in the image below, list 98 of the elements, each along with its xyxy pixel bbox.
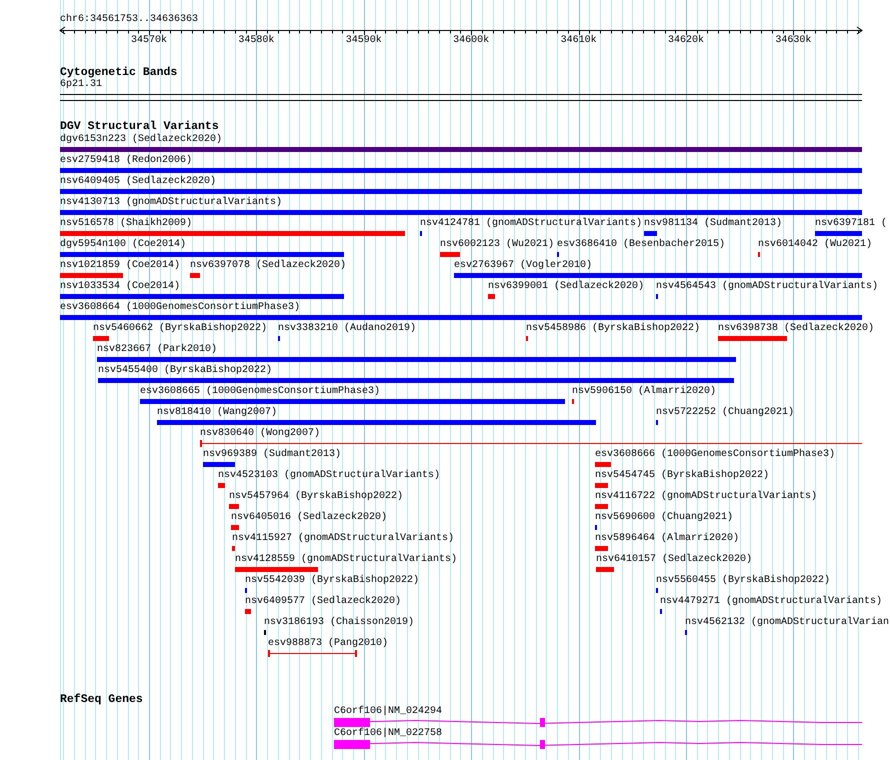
variant-label: nsv5722252 (Chuang2021) [656,407,794,419]
variant-bar[interactable] [140,399,565,404]
variant-bar[interactable] [245,609,251,614]
variant-label: nsv4562132 (gnomADStructuralVarian [685,617,890,629]
variant-bar[interactable] [60,168,862,173]
variant-label: nsv830640 (Wong2007) [200,428,320,440]
ruler-tick-label: 34610k [560,35,597,47]
variant-label: nsv6398738 (Sedlazeck2020) [718,323,874,335]
variant-label: esv3608665 (1000GenomesConsortiumPhase3) [140,386,380,398]
variant-label: nsv6409405 (Sedlazeck2020) [60,176,216,188]
variant-label: nsv5690600 (Chuang2021) [595,512,734,524]
variant-label: nsv4523103 (gnomADStructuralVariants) [218,470,440,482]
variant-label: nsv969389 (Sudmant2013) [203,449,342,461]
location-label: chr6:34561753..34636363 [60,14,200,26]
variant-label: nsv5542039 (ByrskaBishop2022) [245,575,420,587]
variant-label: nsv6014042 (Wu2021) [758,239,872,251]
variant-label: nsv516578 (Shaikh2009) [60,218,192,230]
ruler-tick-label: 34580k [238,35,274,47]
variant-label: nsv5906150 (Almarri2020) [572,386,716,398]
variant-label: nsv6410157 (Sedlazeck2020) [596,554,752,566]
variant-bar[interactable] [815,231,862,236]
variant-label: nsv4128559 (gnomADStructuralVariants) [235,554,458,566]
variant-label: nsv4130713 (gnomADStructuralVariants) [60,197,282,209]
variant-label: nsv3186193 (Chaisson2019) [264,617,414,629]
variant-label: nsv4116722 (gnomADStructuralVariants) [595,491,818,503]
ruler-tick-label: 34570k [131,35,167,47]
variant-label: nsv6399001 (Sedlazeck2020) [488,281,644,293]
gene-label: C6orf106|NM_022758 [334,728,442,739]
gene-label: C6orf106|NM_024294 [334,706,442,717]
variant-bar[interactable] [98,378,734,383]
variant-label: nsv5457964 (ByrskaBishop2022) [229,491,404,503]
ruler-tick-label: 34600k [453,35,490,47]
ruler-tick-label: 34590k [346,35,382,47]
variant-bar[interactable] [231,525,239,530]
variant-label: nsv5560455 (ByrskaBishop2022) [656,575,830,587]
track-title: Cytogenetic Bands [60,67,178,79]
variant-bar[interactable] [60,231,405,236]
variant-label: nsv1033534 (Coe2014) [60,281,180,293]
variant-bar[interactable] [60,273,123,278]
variant-bar[interactable] [644,231,657,236]
variant-label: esv3686410 (Besenbacher2015) [557,239,726,251]
variant-label: nsv6405016 (Sedlazeck2020) [231,512,388,524]
variant-bar[interactable] [595,483,608,488]
variant-bar[interactable] [60,210,862,215]
variant-label: nsv5454745 (ByrskaBishop2022) [595,470,770,482]
variant-bar[interactable] [595,462,611,467]
variant-bar[interactable] [454,273,862,278]
variant-label: esv3608666 (1000GenomesConsortiumPhase3) [595,449,836,461]
variant-bar[interactable] [190,273,200,278]
variant-label: nsv5458986 (ByrskaBishop2022) [526,323,700,335]
variant-label: nsv5455400 (ByrskaBishop2022) [98,365,272,377]
variant-label: nsv4124781 (gnomADStructuralVariants) [420,218,642,230]
variant-label: esv3608664 (1000GenomesConsortiumPhase3) [60,302,300,314]
variant-bar[interactable] [218,483,225,488]
variant-label: nsv5460662 (ByrskaBishop2022) [93,323,268,335]
variant-bar[interactable] [718,336,787,341]
variant-bar[interactable] [235,567,318,572]
track-title: DGV Structural Variants [60,121,220,133]
variant-label: nsv6397078 (Sedlazeck2020) [190,260,346,272]
band-label: 6p21.31 [60,79,104,91]
variant-bar[interactable] [97,357,736,362]
variant-bar[interactable] [596,567,614,572]
ruler-tick-label: 34630k [775,35,812,47]
variant-bar[interactable] [60,294,344,299]
variant-bar[interactable] [203,462,235,467]
variant-label: nsv4564543 (gnomADStructuralVariants) [656,281,878,293]
variant-bar[interactable] [440,252,460,257]
variant-bar[interactable] [229,504,239,509]
variant-label: nsv6409577 (Sedlazeck2020) [245,596,402,608]
variant-label: nsv6002123 (Wu2021) [440,239,554,251]
variant-label: esv2759418 (Redon2006) [60,155,192,167]
gene-model-drawing[interactable] [334,718,862,727]
variant-label: esv2763967 (Vogler2010) [454,260,592,272]
variant-label: nsv4479271 (gnomADStructuralVariants) [660,596,882,608]
variant-label: nsv1021859 (Coe2014) [60,260,180,272]
variant-bar[interactable] [60,252,344,257]
variant-bar[interactable] [93,336,109,341]
variant-label: esv988873 (Pang2010) [268,638,388,650]
variant-label: nsv5896464 (Almarri2020) [595,533,740,545]
variant-bar[interactable] [60,189,862,194]
variant-bar[interactable] [157,420,596,425]
variant-label: nsv3383210 (Audano2019) [278,323,416,335]
variant-label: dgv5954n100 (Coe2014) [60,239,186,251]
variant-bar[interactable] [595,504,608,509]
variant-bar[interactable] [232,546,235,551]
variant-label: dgv6153n223 (Sedlazeck2020) [60,134,222,146]
variant-label: nsv818410 (Wang2007) [157,407,278,419]
variant-label: nsv981134 (Sudmant2013) [644,218,782,230]
track-title: RefSeq Genes [60,694,144,706]
ruler-tick-label: 34620k [668,35,704,47]
variant-bar[interactable] [595,546,608,551]
variant-label: nsv4115927 (gnomADStructuralVariants) [232,533,454,545]
variant-bar[interactable] [488,294,495,299]
variant-bar[interactable] [60,147,862,152]
variant-label: nsv6397181 ( [815,218,888,230]
variant-bar[interactable] [60,315,862,320]
variant-label: nsv823667 (Park2010) [97,344,218,356]
gene-model-drawing[interactable] [334,740,862,749]
